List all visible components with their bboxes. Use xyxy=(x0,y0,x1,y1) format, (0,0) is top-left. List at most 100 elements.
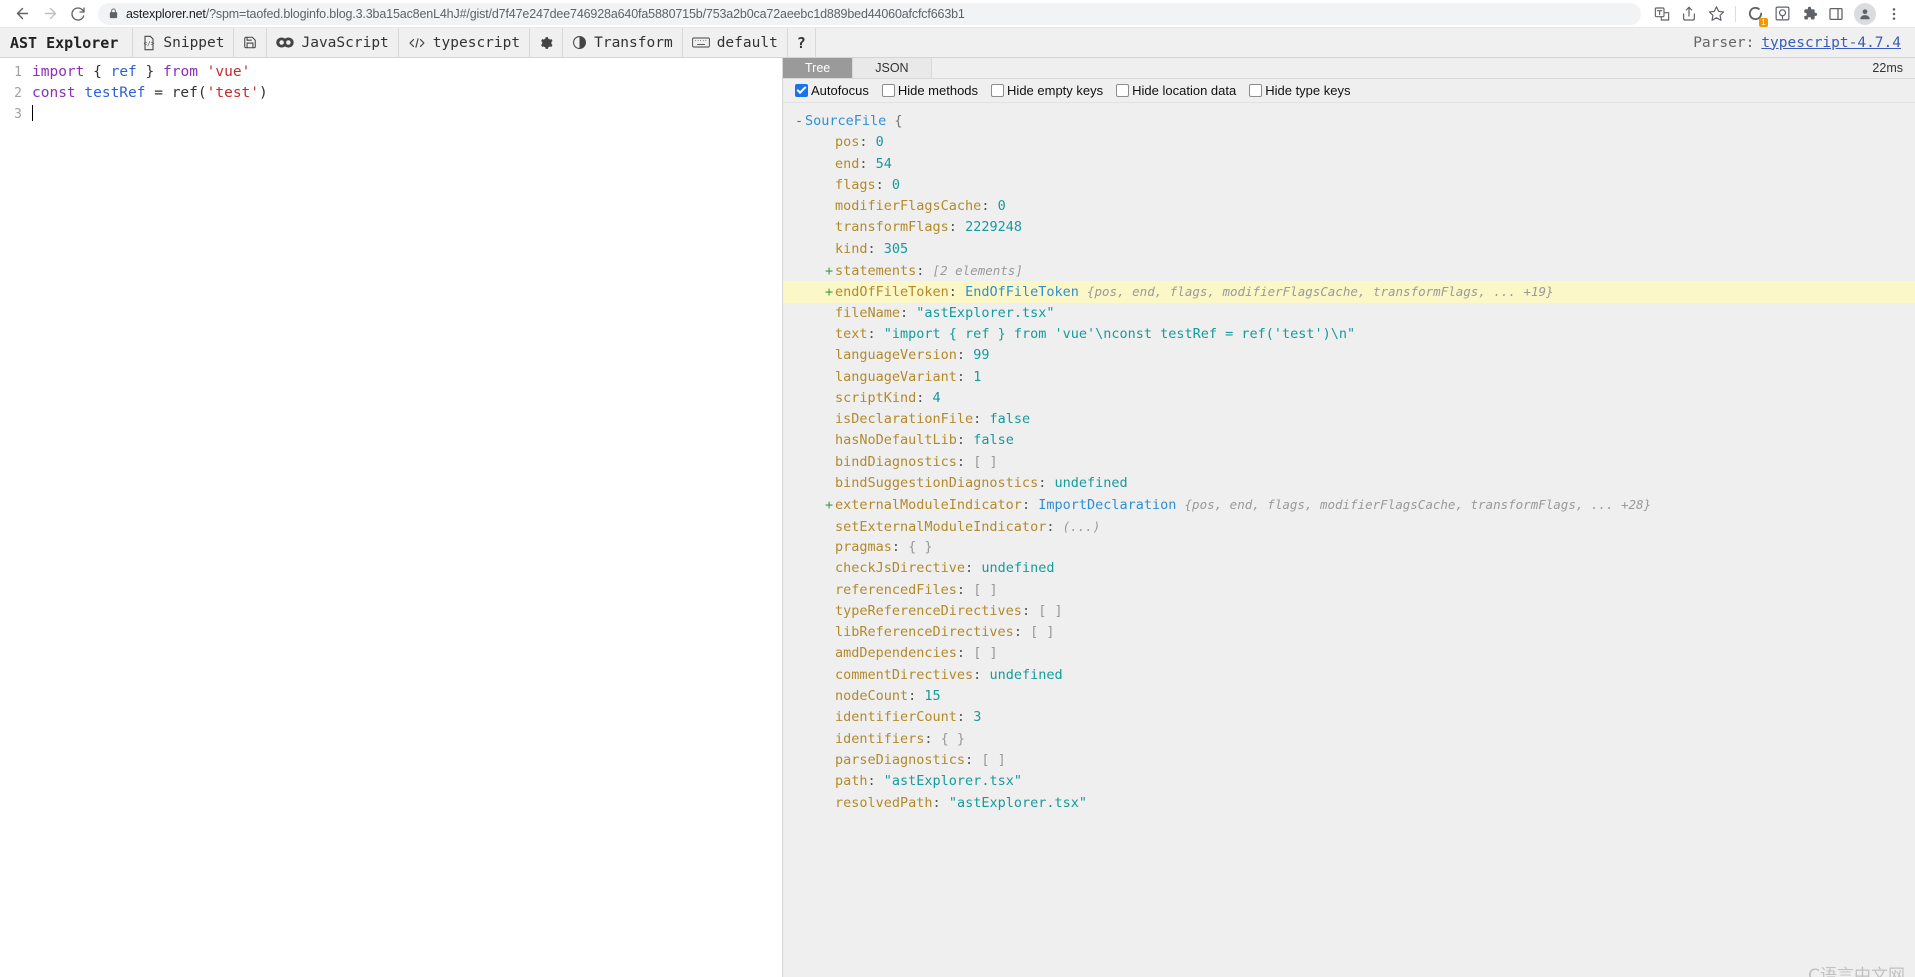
node-type[interactable]: ImportDeclaration xyxy=(1038,497,1184,513)
tree-row[interactable]: path: "astExplorer.tsx" xyxy=(783,771,1915,792)
tree-row[interactable]: bindSuggestionDiagnostics: undefined xyxy=(783,473,1915,494)
tab-json[interactable]: JSON xyxy=(853,58,932,78)
checkbox[interactable] xyxy=(1116,84,1130,97)
filter-label: Hide location data xyxy=(1132,83,1237,98)
tree-row[interactable]: modifierFlagsCache: 0 xyxy=(783,196,1915,217)
translate-icon[interactable] xyxy=(1649,2,1675,26)
toolbar-keymap-label: default xyxy=(716,34,778,51)
tab-tree[interactable]: Tree xyxy=(783,58,854,78)
tree-row[interactable]: identifierCount: 3 xyxy=(783,707,1915,728)
tree-row[interactable]: libReferenceDirectives: [ ] xyxy=(783,622,1915,643)
node-type[interactable]: SourceFile xyxy=(805,113,886,129)
colon: : xyxy=(916,263,933,280)
ast-tree[interactable]: - SourceFile { pos: 0 end: 54 flags: 0 mo… xyxy=(783,103,1915,977)
filter-label: Hide type keys xyxy=(1265,83,1351,98)
colon: : xyxy=(924,730,941,747)
colon: : xyxy=(956,347,974,364)
side-panel-icon[interactable] xyxy=(1823,2,1849,26)
expand-toggle-icon[interactable]: + xyxy=(825,495,835,516)
code-token: 'test' xyxy=(206,85,260,101)
tree-value: 4 xyxy=(932,389,941,406)
tree-row[interactable]: end: 54 xyxy=(783,154,1915,175)
tree-row[interactable]: + externalModuleIndicator: ImportDeclarat… xyxy=(783,494,1915,515)
tree-row[interactable]: pragmas: { } xyxy=(783,537,1915,558)
toolbar-save-button[interactable] xyxy=(233,28,266,57)
code-text xyxy=(22,104,33,125)
toolbar-parser-button[interactable]: typescript xyxy=(397,28,529,57)
three-dot-menu-icon[interactable] xyxy=(1881,2,1907,26)
extension-loading-icon[interactable]: 1 xyxy=(1742,2,1768,27)
filter-hide-methods[interactable]: Hide methods xyxy=(881,83,978,98)
toolbar-settings-button[interactable] xyxy=(529,28,562,57)
address-bar[interactable]: astexplorer.net/?spm=taofed.bloginfo.blo… xyxy=(98,2,1641,25)
code-editor[interactable]: 1 import { ref } from 'vue' 2 const testRef… xyxy=(0,58,783,977)
tree-value: "import { ref } from 'vue'\nconst testRe… xyxy=(883,325,1356,342)
tree-row[interactable]: referencedFiles: [ ] xyxy=(783,580,1915,601)
back-button[interactable] xyxy=(8,2,36,26)
tree-row[interactable]: identifiers: { } xyxy=(783,729,1915,750)
toggle-placeholder xyxy=(825,217,835,238)
tree-row[interactable]: fileName: "astExplorer.tsx" xyxy=(783,303,1915,324)
save-icon xyxy=(243,35,257,50)
tree-row[interactable]: parseDiagnostics: [ ] xyxy=(783,750,1915,771)
tree-row[interactable]: hasNoDefaultLib: false xyxy=(783,430,1915,451)
colon: : xyxy=(900,304,917,321)
tree-row[interactable]: isDeclarationFile: false xyxy=(783,409,1915,430)
toolbar-keymap-button[interactable]: default xyxy=(681,28,787,57)
tree-row[interactable]: pos: 0 xyxy=(783,132,1915,153)
tree-row[interactable]: + endOfFileToken: EndOfFileToken {pos, en… xyxy=(783,281,1915,303)
toolbar-transform-button[interactable]: Transform xyxy=(562,28,682,57)
filter-hide-empty-keys[interactable]: Hide empty keys xyxy=(991,83,1103,98)
tree-value: 0 xyxy=(875,134,884,151)
tree-row[interactable]: checkJsDirective: undefined xyxy=(783,558,1915,579)
checkbox[interactable] xyxy=(1249,84,1263,97)
node-type[interactable]: EndOfFileToken xyxy=(965,284,1087,300)
share-icon[interactable] xyxy=(1676,2,1702,26)
colon: : xyxy=(965,751,982,768)
tree-row[interactable]: nodeCount: 15 xyxy=(783,686,1915,707)
expand-toggle-icon[interactable]: + xyxy=(825,282,835,303)
tree-row[interactable]: typeReferenceDirectives: [ ] xyxy=(783,601,1915,622)
expand-toggle-icon[interactable]: + xyxy=(825,261,835,282)
reload-button[interactable] xyxy=(64,2,92,26)
toolbar-snippet-button[interactable]: </> Snippet xyxy=(132,28,233,57)
toggle-placeholder xyxy=(825,388,835,409)
tree-row[interactable]: - SourceFile { xyxy=(783,111,1915,132)
tree-row[interactable]: languageVersion: 99 xyxy=(783,345,1915,366)
filter-hide-location-data[interactable]: Hide location data xyxy=(1116,83,1236,98)
toolbar-language-button[interactable]: JavaScript xyxy=(266,28,397,57)
profile-avatar[interactable] xyxy=(1854,2,1876,25)
tree-key: externalModuleIndicator xyxy=(835,497,1022,514)
checkbox[interactable] xyxy=(881,84,895,97)
bookmark-star-icon[interactable] xyxy=(1703,2,1729,26)
tree-row[interactable]: setExternalModuleIndicator: (...) xyxy=(783,516,1915,537)
checkbox[interactable] xyxy=(991,84,1005,97)
collapse-toggle-icon[interactable]: - xyxy=(795,111,805,132)
filter-autofocus[interactable]: Autofocus xyxy=(795,83,869,98)
tree-row[interactable]: transformFlags: 2229248 xyxy=(783,217,1915,238)
toggle-placeholder xyxy=(825,601,835,622)
tree-key: commentDirectives xyxy=(835,666,974,683)
tree-row[interactable]: bindDiagnostics: [ ] xyxy=(783,452,1915,473)
filter-hide-type-keys[interactable]: Hide type keys xyxy=(1249,83,1350,98)
tree-row[interactable]: flags: 0 xyxy=(783,175,1915,196)
tree-row[interactable]: resolvedPath: "astExplorer.tsx" xyxy=(783,793,1915,814)
tree-row[interactable]: languageVariant: 1 xyxy=(783,367,1915,388)
colon: : xyxy=(1021,497,1039,514)
tree-row[interactable]: + statements: [2 elements] xyxy=(783,260,1915,281)
parser-version-link[interactable]: typescript-4.7.4 xyxy=(1761,35,1901,51)
forward-button[interactable] xyxy=(36,2,64,26)
tree-row[interactable]: scriptKind: 4 xyxy=(783,388,1915,409)
extension-disk-icon[interactable] xyxy=(1769,2,1795,26)
tree-row[interactable]: commentDirectives: undefined xyxy=(783,665,1915,686)
checkbox[interactable] xyxy=(795,84,808,97)
tree-row[interactable]: text: "import { ref } from 'vue'\nconst … xyxy=(783,324,1915,345)
puzzle-extensions-icon[interactable] xyxy=(1796,2,1822,26)
tree-row[interactable]: kind: 305 xyxy=(783,239,1915,260)
toggle-placeholder xyxy=(825,686,835,707)
toolbar-help-button[interactable]: ? xyxy=(786,28,815,57)
colon: : xyxy=(908,688,925,705)
tree-row[interactable]: amdDependencies: [ ] xyxy=(783,643,1915,664)
